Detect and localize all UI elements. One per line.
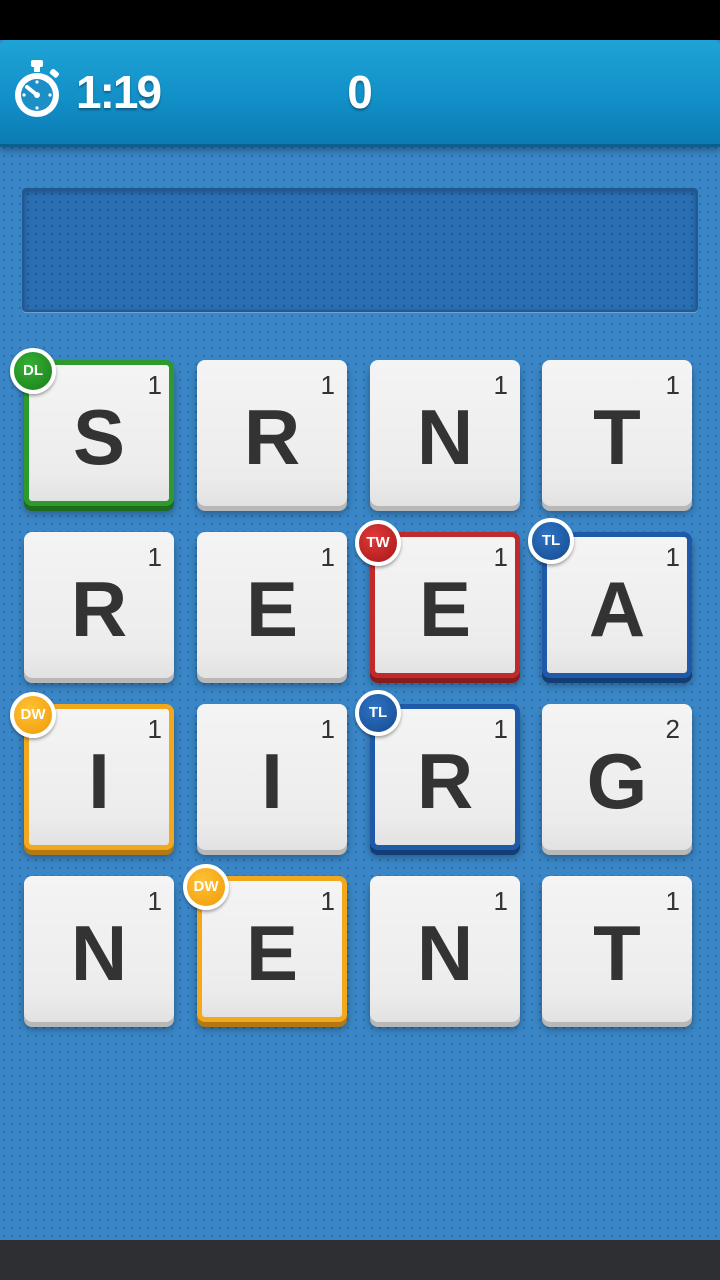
game-screen: 1:19 0 S 1 R 1 N 1 T 1 R 1 E 1 E 1 A 1 I… [0,0,720,1280]
tile-points: 1 [493,714,508,744]
tile-letter: R [243,393,301,481]
letter-tile[interactable]: R 1 [197,360,347,506]
double-letter-badge: DL [10,348,56,394]
letter-tile[interactable]: N 1 [24,876,174,1022]
triple-letter-badge: TL [355,690,401,736]
navigation-bar [0,1240,720,1280]
status-bar [0,0,720,40]
tile-points: 2 [665,714,680,744]
letter-tile[interactable]: I 1 [197,704,347,850]
letter-tile[interactable]: N 1 [370,360,520,506]
double-word-badge: DW [10,692,56,738]
letter-tile[interactable]: R 1 [24,532,174,678]
tile-letter: A [588,565,646,653]
tile-letter: N [416,393,474,481]
tile-points: 1 [493,886,508,916]
letter-tile[interactable]: G 2 [542,704,692,850]
tile-letter: N [416,909,474,997]
letter-tile[interactable]: T 1 [542,876,692,1022]
tile-points: 1 [665,542,680,572]
tile-letter: R [70,565,128,653]
tile-points: 1 [665,370,680,400]
double-word-badge: DW [183,864,229,910]
tile-letter: G [586,737,648,825]
tile-letter: E [245,565,299,653]
tile-points: 1 [493,370,508,400]
tile-points: 1 [320,542,335,572]
timer-display: 1:19 [76,66,162,118]
tile-points: 1 [493,542,508,572]
tile-points: 1 [320,714,335,744]
tile-letter: I [261,737,283,825]
tile-points: 1 [320,886,335,916]
letter-tile[interactable]: N 1 [370,876,520,1022]
tile-points: 1 [147,714,162,744]
tile-letter: R [416,737,474,825]
top-bar: 1:19 0 [0,40,720,144]
tile-points: 1 [665,886,680,916]
score-display: 0 [347,66,373,118]
triple-letter-badge: TL [528,518,574,564]
tile-letter: T [593,909,641,997]
tile-letter: S [72,393,126,481]
tile-letter: E [245,909,299,997]
tile-letter: I [88,737,110,825]
tile-letter: E [418,565,472,653]
current-word-display [22,188,698,312]
tile-points: 1 [320,370,335,400]
tile-points: 1 [147,542,162,572]
stopwatch-icon [12,58,62,120]
tile-points: 1 [147,886,162,916]
tile-letter: N [70,909,128,997]
tile-points: 1 [147,370,162,400]
triple-word-badge: TW [355,520,401,566]
tile-letter: T [593,393,641,481]
letter-tile[interactable]: T 1 [542,360,692,506]
letter-tile[interactable]: E 1 [197,532,347,678]
